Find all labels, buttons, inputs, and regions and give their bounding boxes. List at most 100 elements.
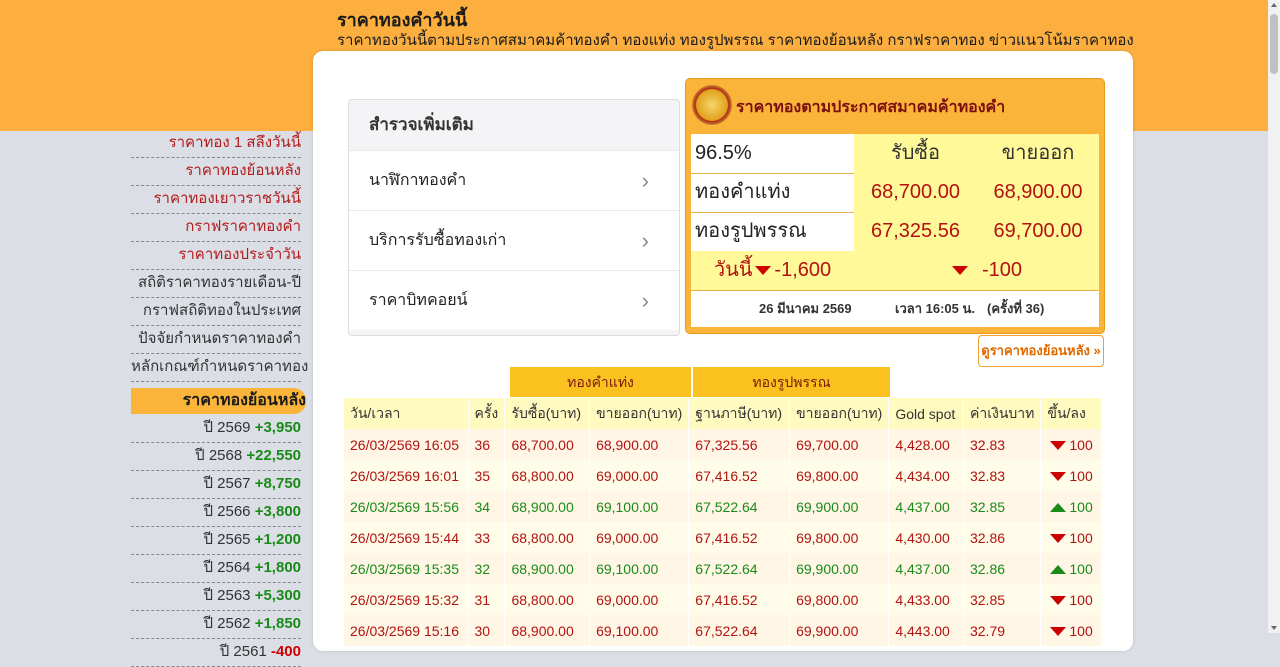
col-header-thb-rate: ค่าเงินบาท [963, 398, 1042, 429]
today-change-value: -1,600 [774, 259, 832, 281]
table-row: 26/03/2569 15:16 30 68,900.00 69,100.00 67,5… [344, 615, 1102, 646]
sidebar-year-item[interactable]: ปี 2568 +22,550 [131, 443, 301, 471]
sidebar: ราคาทอง 1 สลึงวันนี้ ราคาทองย้อนหลัง ราคาท… [131, 130, 308, 667]
up-arrow-icon [1050, 565, 1067, 575]
sidebar-year-item[interactable]: ปี 2561 -400 [131, 639, 301, 667]
explore-panel: สำรวจเพิ่มเติม นาฬิกาทองคำ › บริการรับซื… [348, 99, 680, 336]
sidebar-year-item[interactable]: ปี 2562 +1,850 [131, 611, 301, 639]
table-cell: 69,900.00 [789, 615, 890, 646]
table-cell: 100 [1040, 553, 1102, 584]
today-label: วันนี้ [713, 259, 753, 281]
sidebar-active-item[interactable]: ราคาทองย้อนหลัง [131, 388, 306, 414]
change-value: 100 [1069, 436, 1093, 453]
view-history-button[interactable]: ดูราคาทองย้อนหลัง » [978, 335, 1104, 367]
gold-price-box: ราคาทองตามประกาศสมาคมค้าทองคำ 96.5% รับซ… [685, 78, 1105, 334]
sidebar-year-item[interactable]: ปี 2566 +3,800 [131, 499, 301, 527]
table-row: 26/03/2569 15:35 32 68,900.00 69,100.00 67,5… [344, 553, 1102, 584]
ornament-row: ทองรูปพรรณ 67,325.56 69,700.00 [691, 212, 1099, 252]
down-arrow-icon [1050, 534, 1067, 544]
table-cell: 69,100.00 [589, 553, 690, 584]
price-box-table: 96.5% รับซื้อ ขายออก ทองคำแท่ง 68,700.00… [691, 134, 1099, 327]
price-box-title: ราคาทองตามประกาศสมาคมค้าทองคำ [736, 99, 1006, 116]
down-arrow-icon [1050, 441, 1067, 451]
year-label: ปี 2561 [219, 643, 267, 660]
sidebar-item[interactable]: ราคาทอง 1 สลึงวันนี้ [131, 130, 301, 158]
price-box-header-row: 96.5% รับซื้อ ขายออก [691, 134, 1099, 174]
table-cell: 26/03/2569 15:56 [344, 491, 469, 522]
down-arrow-icon [1050, 472, 1067, 482]
table-cell: 32.85 [963, 584, 1042, 615]
down-arrow-icon [1050, 627, 1067, 637]
year-label: ปี 2564 [203, 559, 251, 576]
sidebar-year-item[interactable]: ปี 2567 +8,750 [131, 471, 301, 499]
up-arrow-icon [1050, 503, 1067, 513]
table-cell: 100 [1040, 615, 1102, 646]
table-cell: 69,900.00 [789, 553, 890, 584]
table-cell: 100 [1040, 522, 1102, 553]
change-value: 100 [1069, 622, 1093, 639]
buy-header: รับซื้อ [854, 134, 977, 173]
announce-date: 26 มีนาคม 2569 [759, 301, 852, 316]
change-value: 100 [1069, 591, 1093, 608]
table-cell: 34 [468, 491, 506, 522]
table-cell: 100 [1040, 584, 1102, 615]
gold-traders-association-logo [692, 85, 732, 125]
gold-bar-buy-price: 68,700.00 [854, 173, 977, 212]
sidebar-year-item[interactable]: ปี 2564 +1,800 [131, 555, 301, 583]
table-cell: 68,800.00 [504, 460, 591, 491]
table-cell: 35 [468, 460, 506, 491]
table-cell: 67,522.64 [688, 553, 791, 584]
table-cell: 32.83 [963, 429, 1042, 460]
update-change-value: -100 [982, 259, 1023, 281]
announce-time: เวลา 16:05 น. [895, 301, 975, 316]
table-cell: 69,100.00 [589, 491, 690, 522]
explore-item-buy-old-gold[interactable]: บริการรับซื้อทองเก่า › [349, 210, 679, 270]
year-change: +5,300 [254, 587, 301, 604]
purity-label: 96.5% [695, 142, 752, 164]
scroll-thumb[interactable] [1270, 14, 1278, 74]
gold-bar-sell-price: 68,900.00 [977, 173, 1099, 212]
sidebar-year-item[interactable]: ปี 2563 +5,300 [131, 583, 301, 611]
sidebar-item[interactable]: กราฟสถิติทองในประเทศ [131, 298, 301, 326]
scroll-up-arrow-icon[interactable] [1271, 3, 1277, 7]
scroll-down-arrow-icon[interactable] [1271, 626, 1277, 630]
year-label: ปี 2569 [203, 419, 251, 436]
table-cell: 100 [1040, 491, 1102, 522]
table-cell: 32.86 [963, 522, 1042, 553]
sidebar-item[interactable]: ราคาทองเยาวราชวันนี้ [131, 186, 301, 214]
sidebar-item[interactable]: กราฟราคาทองคำ [131, 214, 301, 242]
explore-item-gold-watch[interactable]: นาฬิกาทองคำ › [349, 150, 679, 210]
change-value: 100 [1069, 467, 1093, 484]
table-cell: 69,000.00 [589, 584, 690, 615]
explore-item-bitcoin[interactable]: ราคาบิทคอยน์ › [349, 270, 679, 330]
year-label: ปี 2562 [203, 615, 251, 632]
sidebar-year-item[interactable]: ปี 2569 +3,950 [131, 415, 301, 443]
sidebar-item[interactable]: ราคาทองย้อนหลัง [131, 158, 301, 186]
sell-header: ขายออก [977, 134, 1099, 173]
table-row: 26/03/2569 16:05 36 68,700.00 68,900.00 67,3… [344, 429, 1102, 460]
gold-bar-group-header: ทองคำแท่ง [510, 367, 691, 397]
update-change-cell: -100 [854, 251, 1099, 290]
table-cell: 26/03/2569 15:35 [344, 553, 469, 584]
explore-item-label: นาฬิกาทองคำ [369, 172, 467, 189]
year-change: +8,750 [254, 475, 301, 492]
ornament-buy-price: 67,325.56 [854, 212, 977, 251]
table-cell: 4,433.00 [888, 584, 964, 615]
sidebar-item[interactable]: สถิติราคาทองรายเดือน-ปี [131, 270, 301, 298]
table-cell: 69,700.00 [789, 429, 890, 460]
page-scrollbar[interactable] [1268, 0, 1280, 633]
today-change-cell: วันนี้ -1,600 [691, 251, 854, 290]
table-cell: 68,900.00 [589, 429, 690, 460]
table-row: 26/03/2569 16:01 35 68,800.00 69,000.00 67,4… [344, 460, 1102, 491]
table-cell: 69,100.00 [589, 615, 690, 646]
table-cell: 67,522.64 [688, 615, 791, 646]
table-cell: 26/03/2569 15:44 [344, 522, 469, 553]
sidebar-item[interactable]: ราคาทองประจำวัน [131, 242, 301, 270]
down-arrow-icon [952, 266, 968, 275]
table-cell: 36 [468, 429, 506, 460]
sidebar-item[interactable]: หลักเกณฑ์กำหนดราคาทอง [131, 354, 308, 382]
year-change: +1,200 [254, 531, 301, 548]
sidebar-year-item[interactable]: ปี 2565 +1,200 [131, 527, 301, 555]
sidebar-item[interactable]: ปัจจัยกำหนดราคาทองคำ [131, 326, 301, 354]
col-header-orn-sell: ขายออก(บาท) [789, 398, 890, 429]
